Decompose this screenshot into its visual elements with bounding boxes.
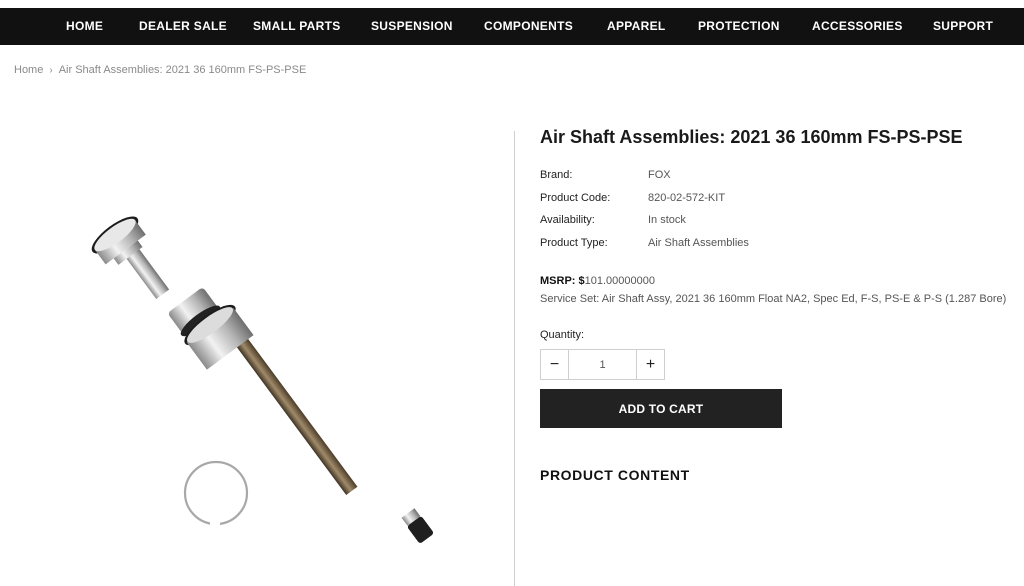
quantity-decrease-button[interactable]: − <box>541 350 569 379</box>
spec-label: Product Code: <box>540 192 611 204</box>
breadcrumb-current: Air Shaft Assemblies: 2021 36 160mm FS-P… <box>58 64 307 76</box>
msrp-value: 101.00000000 <box>584 275 655 287</box>
spec-value: Air Shaft Assemblies <box>648 237 749 249</box>
spec-availability: Availability: In stock <box>540 214 686 226</box>
product-title: Air Shaft Assemblies: 2021 36 160mm FS-P… <box>540 127 963 147</box>
msrp-price: MSRP: $101.00000000 <box>540 275 655 287</box>
msrp-label: MSRP: $ <box>540 275 585 287</box>
service-set-description: Service Set: Air Shaft Assy, 2021 36 160… <box>540 293 1007 305</box>
column-divider <box>514 131 515 586</box>
quantity-label: Quantity: <box>540 329 585 341</box>
nav-protection[interactable]: PROTECTION <box>698 8 780 45</box>
spec-label: Availability: <box>540 214 595 226</box>
nav-support[interactable]: SUPPORT <box>933 8 993 45</box>
spec-value: FOX <box>648 169 671 181</box>
nav-suspension[interactable]: SUSPENSION <box>371 8 453 45</box>
spec-label: Brand: <box>540 169 573 181</box>
nav-home[interactable]: HOME <box>66 8 103 45</box>
product-image <box>91 216 434 543</box>
spec-product-code: Product Code: 820-02-572-KIT <box>540 192 725 204</box>
chevron-right-icon: › <box>49 64 53 76</box>
add-to-cart-button[interactable]: ADD TO CART <box>540 389 782 428</box>
quantity-input[interactable] <box>569 350 636 379</box>
spec-value: 820-02-572-KIT <box>648 192 726 204</box>
spec-product-type: Product Type: Air Shaft Assemblies <box>540 237 749 249</box>
nav-accessories[interactable]: ACCESSORIES <box>812 8 903 45</box>
quantity-stepper: − + <box>540 349 665 380</box>
product-content-heading: PRODUCT CONTENT <box>540 467 690 483</box>
nav-small-parts[interactable]: SMALL PARTS <box>253 8 341 45</box>
breadcrumb-home-link[interactable]: Home <box>14 64 43 76</box>
quantity-increase-button[interactable]: + <box>636 350 664 379</box>
spec-brand: Brand: FOX <box>540 169 671 181</box>
nav-components[interactable]: COMPONENTS <box>484 8 573 45</box>
breadcrumb: Home › Air Shaft Assemblies: 2021 36 160… <box>14 64 306 76</box>
nav-dealer-sale[interactable]: DEALER SALE <box>139 8 227 45</box>
main-nav: HOME DEALER SALE SMALL PARTS SUSPENSION … <box>0 8 1024 45</box>
nav-apparel[interactable]: APPAREL <box>607 8 666 45</box>
spec-label: Product Type: <box>540 237 608 249</box>
spec-value: In stock <box>648 214 686 226</box>
